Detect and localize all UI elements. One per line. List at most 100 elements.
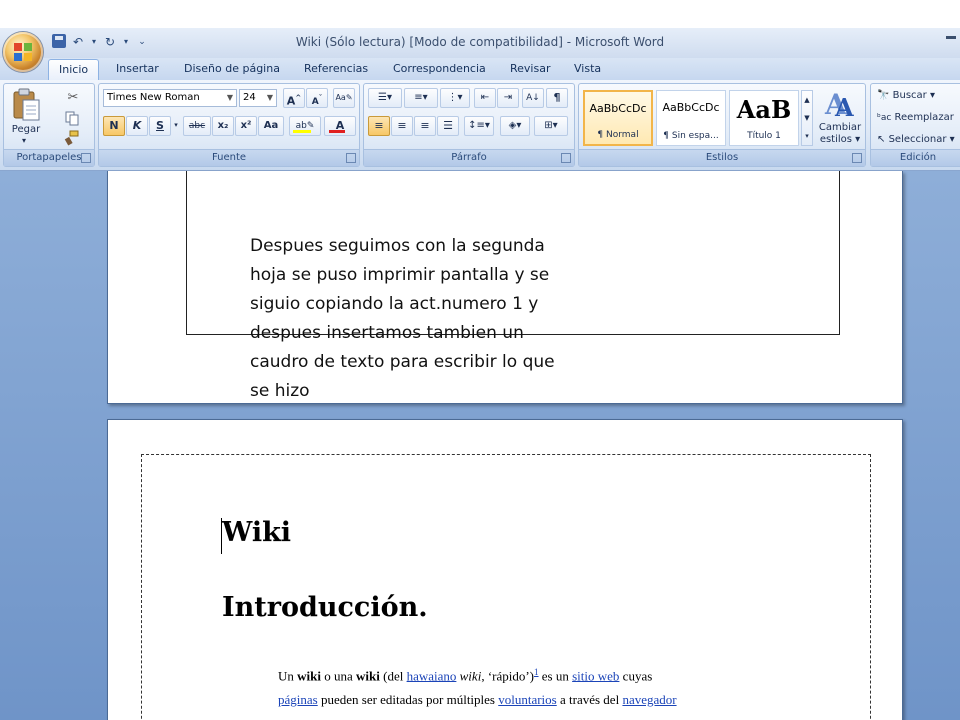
bold-button[interactable]: N (103, 116, 125, 136)
text-run: (del (379, 668, 407, 684)
font-color-button[interactable]: A (324, 116, 356, 136)
fuente-dialog-launcher-icon[interactable] (346, 153, 356, 163)
align-right-icon[interactable]: ≡ (414, 116, 436, 136)
link-sitio-web[interactable]: sitio web (572, 668, 619, 683)
format-painter-icon[interactable] (64, 130, 82, 146)
font-size-value: 24 (243, 92, 256, 103)
shrink-font-icon[interactable]: Aˇ (306, 88, 328, 108)
clear-format-icon[interactable]: Aa✎ (333, 88, 355, 108)
font-name-dropdown-icon[interactable]: ▼ (227, 90, 233, 106)
text-run-bold: wiki (297, 668, 321, 684)
text-run: , ‘rápido’) (481, 668, 535, 684)
text-run: a través del (556, 692, 623, 707)
font-size-combo[interactable]: 24 ▼ (239, 89, 277, 107)
change-styles-label-2: estilos ▾ (819, 134, 861, 145)
justify-icon[interactable]: ☰ (437, 116, 459, 136)
paste-button[interactable]: Pegar ▾ (8, 86, 44, 146)
link-hawaiano[interactable]: hawaiano (407, 668, 457, 683)
bullets-icon[interactable]: ☰▾ (368, 88, 402, 108)
superscript-button[interactable]: x² (235, 116, 257, 136)
tab-referencias[interactable]: Referencias (304, 62, 368, 75)
styles-up-icon[interactable]: ▲ (802, 91, 812, 109)
document-area[interactable]: Despues seguimos con la segunda hoja se … (0, 171, 960, 720)
font-size-dropdown-icon[interactable]: ▼ (267, 90, 273, 106)
link-navegador[interactable]: navegador (622, 692, 676, 707)
align-left-icon[interactable]: ≡ (368, 116, 390, 136)
styles-down-icon[interactable]: ▼ (802, 109, 812, 127)
change-case-button[interactable]: Aa (258, 116, 284, 136)
estilos-dialog-launcher-icon[interactable] (852, 153, 862, 163)
style-titulo-1-sample: AaB (736, 95, 792, 124)
font-name-combo[interactable]: Times New Roman ▼ (103, 89, 237, 107)
line-spacing-icon[interactable]: ↕≡▾ (464, 116, 494, 136)
style-titulo-1-name: Título 1 (747, 131, 781, 141)
font-name-value: Times New Roman (107, 92, 200, 103)
text-line: se hizo (250, 381, 310, 401)
tab-diseno-pagina[interactable]: Diseño de página (184, 62, 280, 75)
show-marks-icon[interactable]: ¶ (546, 88, 568, 108)
tab-insertar[interactable]: Insertar (116, 62, 159, 75)
paragraph-line-2[interactable]: páginas pueden ser editadas por múltiple… (278, 686, 677, 713)
underline-button[interactable]: S (149, 116, 171, 136)
sort-icon[interactable]: A↓ (522, 88, 544, 108)
svg-text:A: A (834, 93, 854, 120)
borders-icon[interactable]: ⊞▾ (534, 116, 568, 136)
tab-revisar[interactable]: Revisar (510, 62, 550, 75)
heading-introduccion[interactable]: Introducción. (222, 592, 428, 623)
grow-font-icon[interactable]: A^ (283, 88, 305, 108)
change-styles-button[interactable]: A A Cambiar estilos ▾ (817, 88, 863, 148)
group-label-estilos: Estilos (579, 149, 865, 166)
paragraph-line-1[interactable]: Un wiki o una wiki (del hawaiano wiki, ‘… (278, 659, 652, 689)
text-line: Despues seguimos con la segunda (250, 236, 545, 256)
text-line: caudro de texto para escribir lo que (250, 352, 555, 372)
parrafo-dialog-launcher-icon[interactable] (561, 153, 571, 163)
increase-indent-icon[interactable]: ⇥ (497, 88, 519, 108)
shading-icon[interactable]: ◈▾ (500, 116, 530, 136)
replace-button[interactable]: ᵇac Reemplazar (877, 112, 960, 128)
heading-wiki[interactable]: Wiki (222, 517, 291, 548)
tab-inicio[interactable]: Inicio (48, 59, 100, 80)
align-center-icon[interactable]: ≡ (391, 116, 413, 136)
style-titulo-1[interactable]: AaB Título 1 (729, 90, 799, 146)
minimize-icon[interactable] (946, 36, 956, 39)
select-button[interactable]: ↖ Seleccionar ▾ (877, 134, 960, 150)
style-normal-name: ¶ Normal (597, 130, 639, 140)
replace-icon: ᵇac (877, 113, 892, 123)
office-logo-icon (14, 43, 32, 61)
cut-icon[interactable]: ✂ (64, 90, 82, 106)
office-button[interactable] (3, 32, 43, 72)
numbering-icon[interactable]: ≡▾ (404, 88, 438, 108)
portapapeles-dialog-launcher-icon[interactable] (81, 153, 91, 163)
page-1[interactable]: Despues seguimos con la segunda hoja se … (107, 171, 903, 404)
tab-vista[interactable]: Vista (574, 62, 601, 75)
text-run: es un (538, 668, 573, 684)
word-window: ↶ ▾ ↻ ▾ ⌄ Wiki (Sólo lectura) [Modo de c… (0, 28, 960, 720)
subscript-button[interactable]: x₂ (212, 116, 234, 136)
text-line: siguio copiando la act.numero 1 y (250, 294, 539, 314)
group-fuente: Times New Roman ▼ 24 ▼ A^ Aˇ Aa✎ N K S ▾… (98, 83, 360, 167)
page-1-text[interactable]: Despues seguimos con la segunda hoja se … (250, 232, 610, 406)
underline-dropdown-icon[interactable]: ▾ (171, 116, 181, 136)
ribbon-tabs: Inicio Insertar Diseño de página Referen… (0, 58, 960, 80)
style-normal[interactable]: AaBbCcDc ¶ Normal (583, 90, 653, 146)
find-button[interactable]: 🔭 Buscar ▾ (877, 90, 960, 106)
page-2[interactable]: Wiki Introducción. Un wiki o una wiki (d… (107, 419, 903, 720)
styles-more-icon[interactable]: ▾ (802, 127, 812, 145)
change-styles-icon: A A (824, 88, 854, 120)
link-voluntarios[interactable]: voluntarios (498, 692, 557, 707)
copy-icon[interactable] (64, 110, 82, 126)
highlight-button[interactable]: ab✎ (289, 116, 321, 136)
paste-dropdown-icon[interactable]: ▾ (22, 136, 26, 145)
ribbon: Pegar ▾ ✂ Portapapeles Times New Roman ▼… (0, 80, 960, 171)
strikethrough-button[interactable]: abc (183, 116, 211, 136)
multilevel-list-icon[interactable]: ⋮▾ (440, 88, 470, 108)
link-paginas[interactable]: páginas (278, 692, 318, 707)
group-label-fuente: Fuente (99, 149, 359, 166)
cursor-arrow-icon: ↖ (877, 134, 886, 145)
styles-scrollbar[interactable]: ▲ ▼ ▾ (801, 90, 813, 146)
decrease-indent-icon[interactable]: ⇤ (474, 88, 496, 108)
italic-button[interactable]: K (126, 116, 148, 136)
style-sin-espaciado[interactable]: AaBbCcDc ¶ Sin espa... (656, 90, 726, 146)
paste-label: Pegar (11, 124, 41, 135)
tab-correspondencia[interactable]: Correspondencia (393, 62, 486, 75)
